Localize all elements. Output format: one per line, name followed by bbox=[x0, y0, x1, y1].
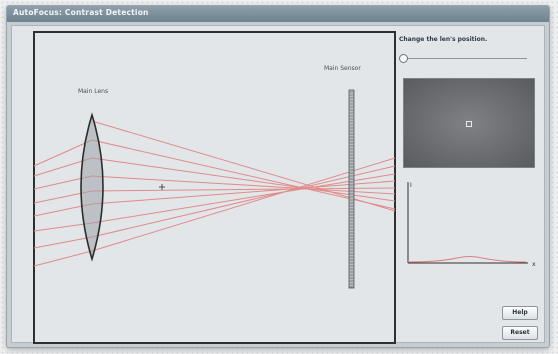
ray bbox=[33, 236, 93, 249]
main-sensor bbox=[348, 89, 355, 289]
lens-position-slider[interactable] bbox=[398, 54, 527, 64]
graph-y-label: I bbox=[410, 182, 412, 189]
main-lens[interactable] bbox=[80, 112, 104, 262]
intensity-curve bbox=[407, 256, 527, 263]
help-button[interactable]: Help bbox=[502, 306, 538, 320]
lens-label: Main Lens bbox=[78, 88, 108, 95]
intensity-graph: I x bbox=[407, 182, 536, 268]
focus-point-marker bbox=[466, 121, 472, 127]
reset-button[interactable]: Reset bbox=[502, 326, 538, 340]
slider-track[interactable] bbox=[400, 58, 527, 59]
instruction-text: Change the len's position. bbox=[399, 36, 488, 43]
ray bbox=[33, 250, 93, 267]
graph-x-label: x bbox=[532, 261, 536, 268]
slider-thumb[interactable] bbox=[398, 54, 408, 63]
simulation-panel: Main Lens Main Sensor I x bbox=[33, 31, 536, 344]
app-window: AutoFocus: Contrast Detection Main Lens … bbox=[6, 5, 550, 348]
app-content: Main Lens Main Sensor I x Change the len… bbox=[11, 25, 545, 344]
title-bar: AutoFocus: Contrast Detection bbox=[7, 6, 549, 22]
window-title: AutoFocus: Contrast Detection bbox=[13, 8, 149, 17]
sensor-image-preview bbox=[403, 78, 535, 168]
sensor-label: Main Sensor bbox=[324, 65, 361, 72]
